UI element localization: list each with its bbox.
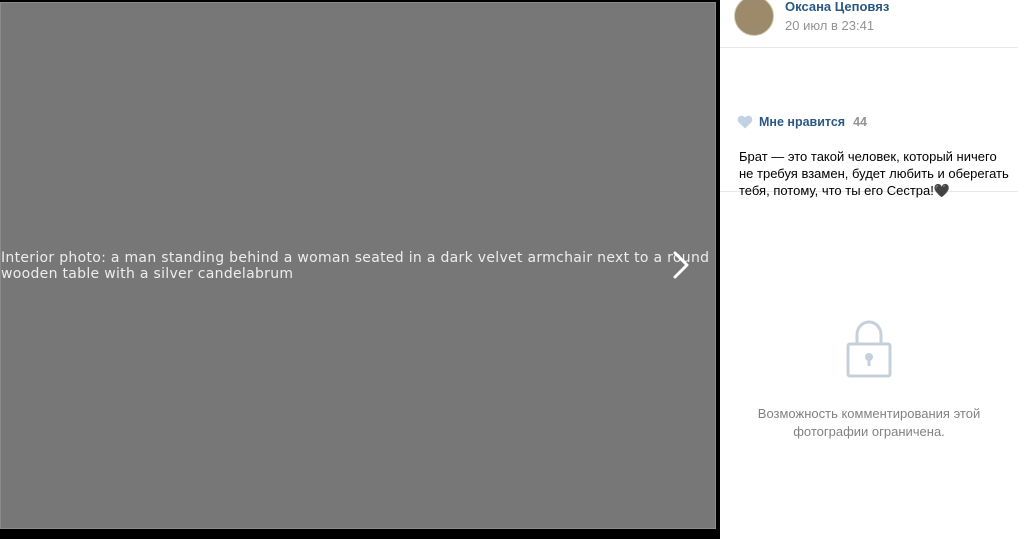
author-row: Оксана Цеповяз 20 июл в 23:41 [720, 0, 1018, 48]
photo[interactable]: Interior photo: a man standing behind a … [0, 2, 716, 529]
comments-restricted: Возможность комментирования этой фотогра… [720, 318, 1018, 441]
next-photo-button[interactable] [664, 246, 698, 284]
like-button[interactable]: Мне нравится 44 [737, 115, 867, 129]
avatar[interactable] [734, 0, 774, 36]
heart-icon [737, 115, 753, 129]
like-label: Мне нравится [759, 115, 846, 129]
post-date[interactable]: 20 июл в 23:41 [785, 18, 874, 33]
info-panel: Оксана Цеповяз 20 июл в 23:41 Мне нравит… [720, 0, 1018, 539]
like-count: 44 [853, 115, 868, 129]
author-name[interactable]: Оксана Цеповяз [785, 0, 889, 14]
photo-viewer: Interior photo: a man standing behind a … [0, 0, 718, 539]
photo-info: Мне нравится 44 Брат — это такой человек… [720, 48, 1018, 198]
photo-description: Брат — это такой человек, который ничего… [739, 149, 1009, 198]
chevron-right-icon [673, 251, 689, 279]
comments-restricted-text: Возможность комментирования этой фотогра… [757, 406, 981, 439]
lock-icon [846, 320, 892, 378]
photo-placeholder-label: Interior photo: a man standing behind a … [1, 249, 710, 282]
